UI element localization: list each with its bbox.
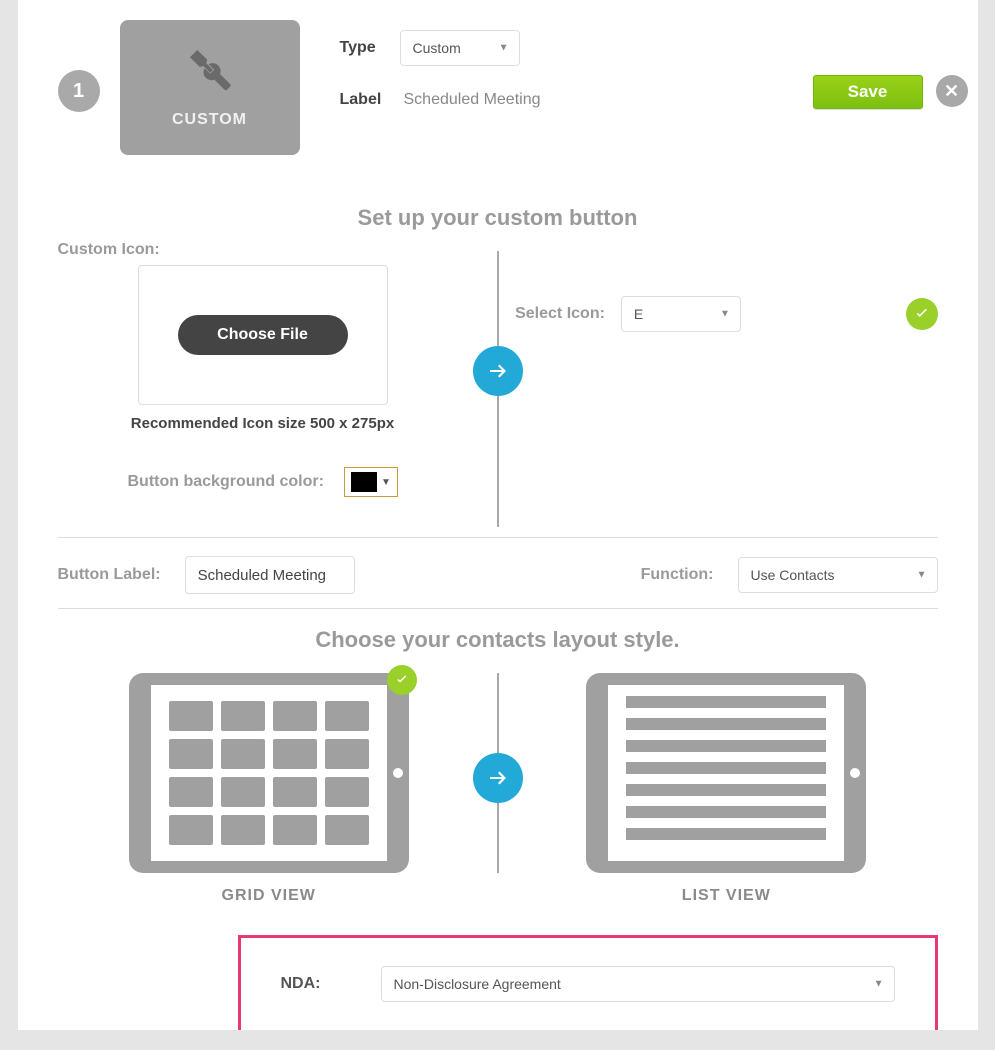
icon-setup: Custom Icon: Choose File Recommended Ico… — [58, 241, 938, 527]
check-icon — [913, 305, 931, 323]
grid-view-option[interactable]: GRID VIEW — [58, 673, 480, 905]
step-number: 1 — [58, 70, 100, 112]
color-swatch — [351, 472, 377, 492]
function-select[interactable]: Use Contacts ▼ — [738, 557, 938, 593]
function-wrap: Function: Use Contacts ▼ — [641, 557, 938, 593]
list-view-option[interactable]: LIST VIEW — [515, 673, 937, 905]
preview-label: CUSTOM — [172, 111, 247, 129]
button-preview: CUSTOM — [120, 20, 300, 155]
tablet-icon — [129, 673, 409, 873]
grid-cells-icon — [169, 701, 369, 845]
select-icon-value: E — [634, 306, 643, 322]
icon-right-column: Select Icon: E ▼ — [515, 241, 937, 332]
tablet-icon — [586, 673, 866, 873]
nda-value: Non-Disclosure Agreement — [394, 976, 561, 992]
type-value: Custom — [413, 40, 461, 56]
type-row: Type Custom ▼ — [340, 30, 938, 66]
arrow-right-icon — [473, 753, 523, 803]
select-icon-row: Select Icon: E ▼ — [515, 296, 937, 332]
chevron-down-icon: ▼ — [720, 309, 730, 320]
layout-title: Choose your contacts layout style. — [58, 627, 938, 653]
save-button[interactable]: Save — [813, 75, 923, 109]
divider — [58, 608, 938, 609]
nda-highlight: NDA: Non-Disclosure Agreement ▼ — [238, 935, 938, 1030]
nda-select[interactable]: Non-Disclosure Agreement ▼ — [381, 966, 895, 1002]
chevron-down-icon: ▼ — [874, 979, 884, 990]
icon-size-note: Recommended Icon size 500 x 275px — [113, 415, 413, 432]
icon-left-column: Custom Icon: Choose File Recommended Ico… — [58, 241, 480, 497]
chevron-down-icon: ▼ — [499, 43, 509, 54]
settings-panel: 1 CUSTOM Type Custom ▼ Label Scheduled M… — [18, 0, 978, 1030]
choose-file-button[interactable]: Choose File — [178, 315, 348, 355]
layout-section: GRID VIEW LIST VIEW — [58, 663, 938, 925]
function-title: Function: — [641, 566, 714, 584]
label-label: Label — [340, 91, 400, 109]
select-icon-dropdown[interactable]: E ▼ — [621, 296, 741, 332]
list-view-label: LIST VIEW — [682, 887, 771, 905]
button-label-input[interactable] — [185, 556, 355, 594]
chevron-down-icon: ▼ — [381, 477, 391, 488]
setup-title: Set up your custom button — [58, 205, 938, 231]
bg-color-picker[interactable]: ▼ — [344, 467, 398, 497]
top-row: 1 CUSTOM Type Custom ▼ Label Scheduled M… — [58, 20, 938, 155]
close-icon: ✕ — [944, 81, 959, 102]
upload-dropzone[interactable]: Choose File — [138, 265, 388, 405]
nda-label: NDA: — [281, 975, 321, 993]
arrow-right-icon — [473, 346, 523, 396]
tools-icon — [186, 46, 234, 99]
custom-icon-label: Custom Icon: — [58, 241, 480, 259]
bg-color-label: Button background color: — [128, 473, 324, 491]
type-select[interactable]: Custom ▼ — [400, 30, 520, 66]
selected-badge — [387, 665, 417, 695]
list-rows-icon — [626, 696, 826, 850]
select-icon-label: Select Icon: — [515, 305, 605, 323]
divider — [58, 537, 938, 538]
chevron-down-icon: ▼ — [917, 570, 927, 581]
function-value: Use Contacts — [751, 567, 835, 583]
label-value: Scheduled Meeting — [404, 91, 541, 109]
button-label-title: Button Label: — [58, 566, 161, 584]
bg-color-row: Button background color: ▼ — [128, 467, 480, 497]
close-button[interactable]: ✕ — [936, 75, 968, 107]
grid-view-label: GRID VIEW — [222, 887, 316, 905]
label-function-row: Button Label: Function: Use Contacts ▼ — [58, 556, 938, 594]
check-icon — [394, 672, 410, 688]
icon-confirmed-badge — [906, 298, 938, 330]
type-label: Type — [340, 39, 400, 57]
